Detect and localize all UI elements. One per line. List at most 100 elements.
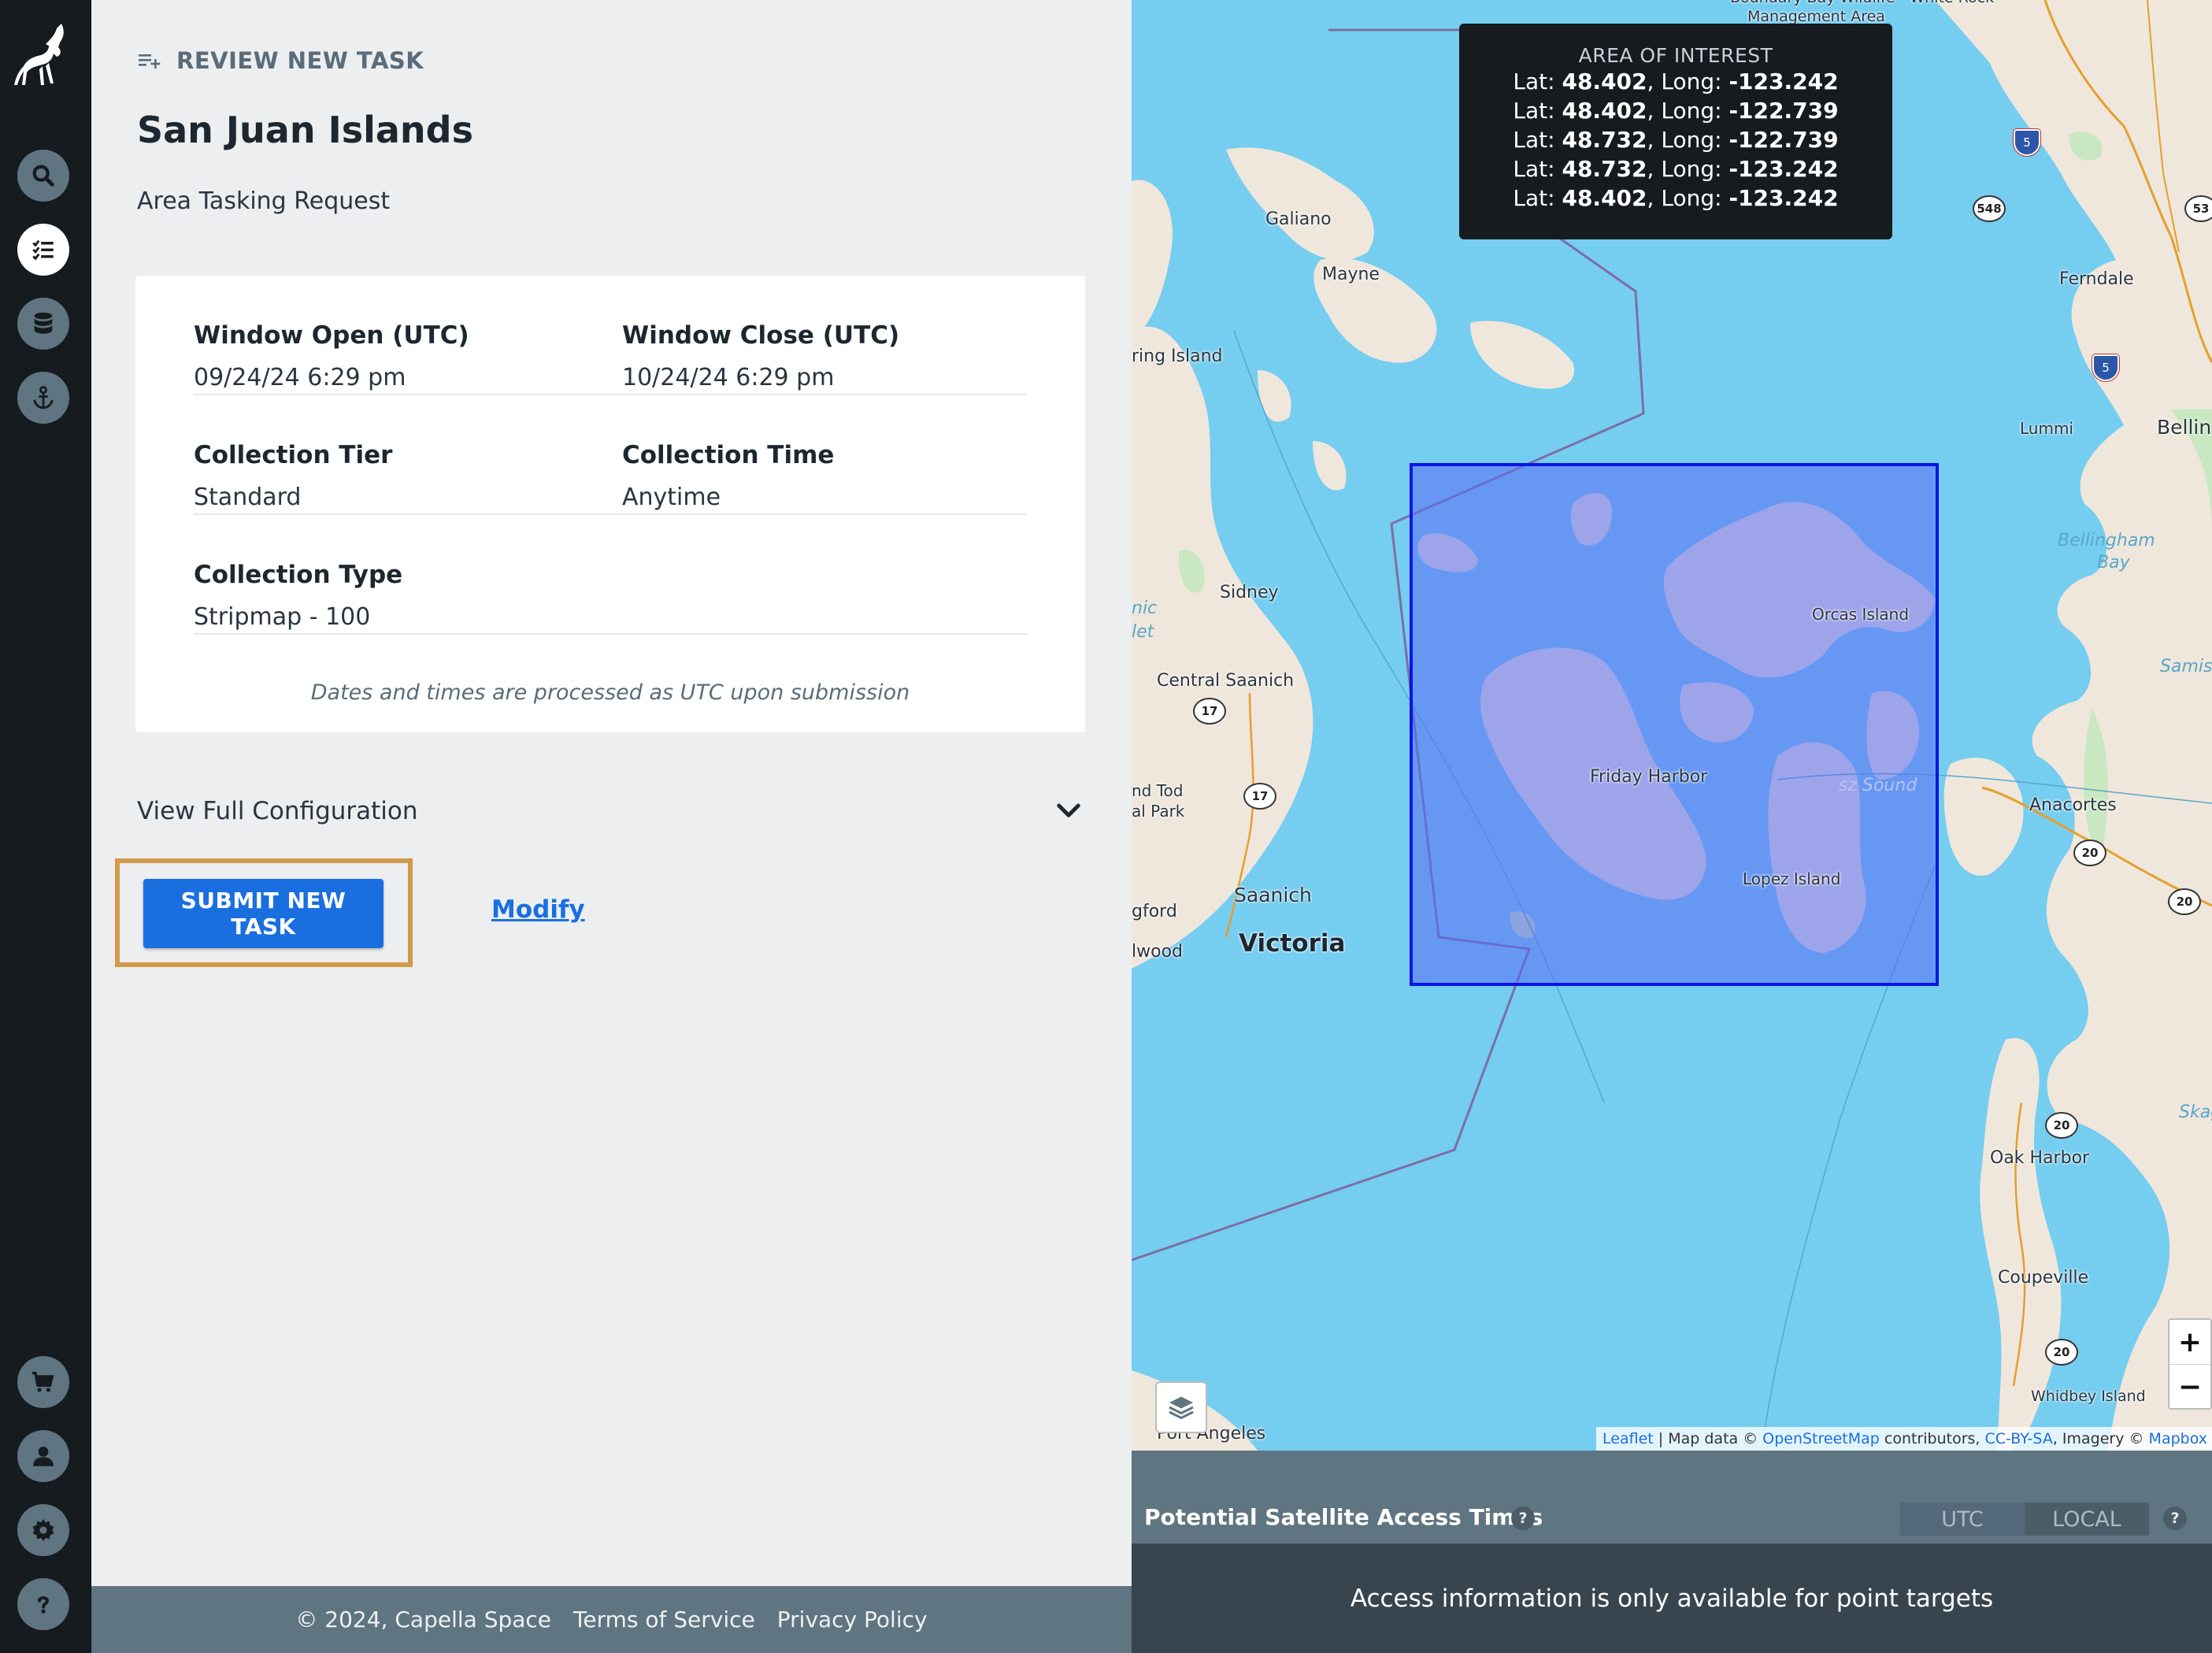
window-row: Window Open (UTC) 09/24/24 6:29 pm Windo… (194, 276, 1027, 395)
satellite-access-message: Access information is only available for… (1132, 1544, 2212, 1653)
leaflet-link[interactable]: Leaflet (1602, 1430, 1654, 1447)
aoi-lat-value: 48.732 (1562, 156, 1647, 182)
rail-account-button[interactable] (17, 1430, 69, 1482)
map-label-bay: Bay (2097, 553, 2130, 573)
help-icon[interactable]: ? (1511, 1507, 1535, 1530)
window-close-label: Window Close (UTC) (622, 321, 900, 350)
aoi-coordinate: Lat: 48.732, Long: -122.739 (1513, 127, 1839, 153)
map-label-ring-island: ring Island (1132, 347, 1223, 366)
interstate-shield: 5 (2013, 128, 2041, 157)
rail-anchor-button[interactable] (17, 372, 69, 424)
rail-search-button[interactable] (17, 150, 69, 202)
map-label-whidbey-island: Whidbey Island (2031, 1388, 2146, 1405)
map-label-skag: Skag (2179, 1103, 2212, 1122)
map-label-anacortes: Anacortes (2029, 795, 2117, 815)
area-of-interest-popup: AREA OF INTEREST Lat: 48.402, Long: -123… (1459, 24, 1892, 239)
task-list-icon (32, 239, 54, 261)
map-label-saanich: Saanich (1234, 884, 1312, 906)
tz-utc-option[interactable]: UTC (1900, 1503, 2025, 1536)
rail-database-button[interactable] (17, 298, 69, 350)
collection-tier-value: Standard (194, 484, 302, 511)
collection-type-label: Collection Type (194, 561, 403, 589)
attribution-text: contributors, (1879, 1430, 1985, 1447)
map-label-lummi: Lummi (2020, 419, 2073, 438)
rail-tasks-button[interactable] (17, 224, 69, 276)
configuration-card: Window Open (UTC) 09/24/24 6:29 pm Windo… (135, 276, 1085, 732)
route-shield: 20 (2073, 839, 2106, 866)
map-label-gford: gford (1132, 902, 1177, 921)
map-label-management: Management Area (1747, 8, 1885, 25)
collection-time-value: Anytime (622, 484, 721, 511)
map-label-ferndale: Ferndale (2059, 269, 2134, 289)
modify-link[interactable]: Modify (491, 895, 585, 924)
timezone-toggle: UTC LOCAL (1900, 1503, 2149, 1536)
collection-tier-field: Collection Tier Standard (194, 441, 392, 511)
review-header: REVIEW NEW TASK (139, 47, 424, 74)
aoi-lat-value: 48.732 (1562, 127, 1647, 153)
area-of-interest-polygon[interactable] (1410, 463, 1939, 986)
aoi-coordinate: Lat: 48.402, Long: -122.739 (1513, 98, 1839, 124)
route-shield: 17 (1243, 783, 1276, 810)
interstate-shield: 5 (2092, 354, 2120, 382)
collection-type-row: Collection Type Stripmap - 100 (194, 515, 1027, 635)
submit-highlight-box: SUBMIT NEW TASK (115, 858, 413, 967)
satellite-access-title: Potential Satellite Access Times (1144, 1504, 1543, 1530)
osm-link[interactable]: OpenStreetMap (1762, 1430, 1880, 1447)
collection-tier-label: Collection Tier (194, 441, 393, 469)
aoi-long-value: -122.739 (1728, 127, 1839, 153)
section-label: REVIEW NEW TASK (176, 47, 424, 74)
collection-type-value: Stripmap - 100 (194, 603, 371, 631)
aoi-lat-value: 48.402 (1562, 98, 1647, 124)
map-label-orcas-island: Orcas Island (1812, 605, 1910, 624)
window-open-label: Window Open (UTC) (194, 321, 469, 350)
terms-link[interactable]: Terms of Service (573, 1607, 755, 1633)
user-icon (33, 1446, 54, 1466)
privacy-link[interactable]: Privacy Policy (777, 1607, 928, 1633)
window-open-value: 09/24/24 6:29 pm (194, 364, 406, 391)
rail-settings-button[interactable] (17, 1504, 69, 1556)
map-label-park: al Park (1132, 802, 1185, 821)
help-icon (38, 1596, 49, 1614)
database-icon (34, 312, 53, 334)
panel-divider (1132, 1451, 2212, 1493)
tz-local-option[interactable]: LOCAL (2025, 1503, 2149, 1536)
collection-row: Collection Tier Standard Collection Time… (194, 395, 1027, 515)
zoom-in-button[interactable]: + (2169, 1320, 2210, 1365)
capella-logo-icon[interactable] (13, 22, 76, 104)
anchor-icon (33, 386, 54, 410)
rail-cart-button[interactable] (17, 1356, 69, 1408)
submit-new-task-button[interactable]: SUBMIT NEW TASK (143, 879, 383, 948)
map-label-lopez-island: Lopez Island (1743, 869, 1841, 888)
help-icon[interactable]: ? (2163, 1507, 2187, 1530)
review-task-panel: REVIEW NEW TASK San Juan Islands Area Ta… (91, 0, 1132, 1586)
zoom-out-button[interactable]: − (2169, 1365, 2210, 1409)
gear-icon (32, 1518, 54, 1542)
aoi-title: AREA OF INTEREST (1578, 44, 1773, 67)
search-icon (32, 165, 54, 187)
map-label-tod: nd Tod (1132, 781, 1184, 800)
attribution-text: , Imagery © (2052, 1430, 2149, 1447)
view-config-label: View Full Configuration (137, 797, 418, 825)
route-shield: 20 (2045, 1339, 2078, 1366)
aoi-coordinate: Lat: 48.402, Long: -123.242 (1513, 69, 1839, 95)
icon-rail (0, 0, 91, 1653)
aoi-lat-value: 48.402 (1562, 185, 1647, 211)
map-label-lwood: lwood (1132, 942, 1183, 962)
license-link[interactable]: CC-BY-SA (1985, 1430, 2053, 1447)
collection-time-field: Collection Time Anytime (622, 441, 834, 511)
map-label-friday-harbor: Friday Harbor (1590, 767, 1708, 787)
route-shield: 20 (2045, 1112, 2078, 1139)
aoi-lat-value: 48.402 (1562, 69, 1647, 95)
view-full-configuration-toggle[interactable]: View Full Configuration (137, 792, 1085, 830)
map-view[interactable]: Boundary Bay Wildlife - White Rock Manag… (1132, 0, 2212, 1451)
copyright-text: © 2024, Capella Space (295, 1607, 552, 1633)
layers-button[interactable] (1155, 1381, 1207, 1433)
map-label-coupeville: Coupeville (1998, 1268, 2089, 1288)
zoom-control: + − (2168, 1318, 2212, 1410)
chevron-down-icon (1057, 803, 1080, 817)
mapbox-link[interactable]: Mapbox (2149, 1430, 2207, 1447)
aoi-coordinate: Lat: 48.402, Long: -123.242 (1513, 185, 1839, 211)
map-label-let: let (1132, 622, 1154, 642)
rail-help-button[interactable] (17, 1578, 69, 1630)
window-close-field: Window Close (UTC) 10/24/24 6:29 pm (622, 321, 899, 391)
